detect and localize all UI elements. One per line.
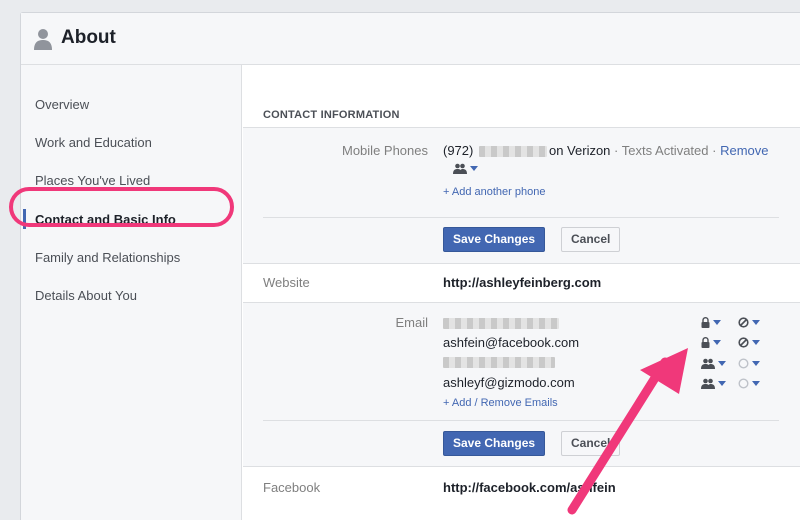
sidebar-item-family-relationships[interactable]: Family and Relationships <box>35 250 180 265</box>
blocked-icon <box>738 317 749 328</box>
save-changes-button[interactable]: Save Changes <box>443 227 546 252</box>
email-visibility-selector[interactable] <box>738 378 760 389</box>
sidebar-item-work-education[interactable]: Work and Education <box>35 135 152 150</box>
email-redacted <box>443 357 555 369</box>
sidebar-item-overview[interactable]: Overview <box>35 97 89 112</box>
blocked-icon <box>738 337 749 348</box>
panel-header: About <box>21 13 800 65</box>
cancel-button[interactable]: Cancel <box>561 227 621 252</box>
phone-redacted <box>478 146 547 158</box>
facebook-label: Facebook <box>263 480 321 495</box>
email-label: Email <box>395 315 428 330</box>
divider <box>263 217 779 218</box>
add-remove-emails-link[interactable]: + Add / Remove Emails <box>443 397 558 409</box>
chevron-down-icon <box>718 381 726 386</box>
email-entry: ashleyf@gizmodo.com <box>443 375 575 390</box>
chevron-down-icon <box>752 320 760 325</box>
phones-edit-block: Mobile Phones (972) on Verizon · Texts A… <box>243 127 800 264</box>
phone-audience-selector[interactable] <box>453 163 478 174</box>
friends-icon <box>701 378 715 389</box>
add-phone-link[interactable]: + Add another phone <box>443 186 545 198</box>
phone-carrier: on Verizon <box>548 143 611 158</box>
page-title: About <box>61 27 116 48</box>
chevron-down-icon <box>752 381 760 386</box>
email-audience-selector[interactable] <box>701 378 726 389</box>
sidebar-item-details-about-you[interactable]: Details About You <box>35 288 137 303</box>
save-changes-button[interactable]: Save Changes <box>443 431 546 456</box>
empty-circle-icon <box>738 358 749 369</box>
person-icon <box>34 29 52 50</box>
remove-phone-link[interactable]: Remove <box>720 143 768 158</box>
phone-prefix: (972) <box>443 143 474 158</box>
email-entry: ashfein@facebook.com <box>443 335 580 350</box>
sidebar-item-contact-basic-info[interactable]: Contact and Basic Info <box>35 212 176 227</box>
active-indicator <box>23 209 26 229</box>
email-visibility-selector[interactable] <box>738 358 760 369</box>
friends-icon <box>453 163 467 174</box>
content-area: CONTACT INFORMATION Mobile Phones (972) … <box>243 65 800 520</box>
email-visibility-selector[interactable] <box>738 317 760 328</box>
email-audience-selector[interactable] <box>701 358 726 369</box>
sidebar: Overview Work and Education Places You'v… <box>21 65 242 520</box>
divider <box>263 420 779 421</box>
lock-icon <box>701 317 710 328</box>
email-edit-block: Email ashfein@facebook.com ashleyf@gizmo… <box>243 302 800 467</box>
email-audience-selector[interactable] <box>701 317 721 328</box>
chevron-down-icon <box>752 340 760 345</box>
chevron-down-icon <box>752 361 760 366</box>
website-value[interactable]: http://ashleyfeinberg.com <box>443 275 601 290</box>
mobile-phones-label: Mobile Phones <box>342 143 428 158</box>
cancel-button[interactable]: Cancel <box>561 431 621 456</box>
section-title: CONTACT INFORMATION <box>263 109 400 121</box>
phone-number-row: (972) on Verizon · Texts Activated · Rem… <box>443 143 769 158</box>
chevron-down-icon <box>718 361 726 366</box>
friends-icon <box>701 358 715 369</box>
facebook-value[interactable]: http://facebook.com/ashfein <box>443 480 616 495</box>
empty-circle-icon <box>738 378 749 389</box>
sidebar-item-places-lived[interactable]: Places You've Lived <box>35 173 150 188</box>
email-entry <box>443 354 555 369</box>
email-entry <box>443 315 559 330</box>
chevron-down-icon <box>713 320 721 325</box>
email-redacted <box>443 318 559 330</box>
email-visibility-selector[interactable] <box>738 337 760 348</box>
texts-status: Texts Activated <box>621 143 709 158</box>
website-label: Website <box>263 275 310 290</box>
separator: · <box>614 143 619 158</box>
email-audience-selector[interactable] <box>701 337 721 348</box>
separator: · <box>712 143 717 158</box>
chevron-down-icon <box>470 166 478 171</box>
about-panel: About Overview Work and Education Places… <box>9 12 800 520</box>
lock-icon <box>701 337 710 348</box>
chevron-down-icon <box>713 340 721 345</box>
